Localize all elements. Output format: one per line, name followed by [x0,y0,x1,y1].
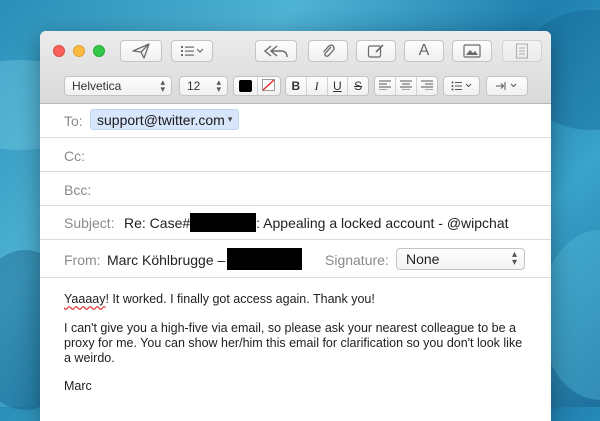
recipient-token[interactable]: support@twitter.com ▾ [90,109,240,130]
template-icon [515,43,529,59]
zoom-window-button[interactable] [93,45,105,57]
subject-prefix: Re: Case# [124,215,191,231]
signoff: Marc [64,379,92,393]
align-right-button[interactable] [417,77,437,95]
reply-all-icon [263,44,289,58]
body-line: I can't give you a high-five via email, … [64,321,516,335]
misspelled-word: Yaaaay [64,292,106,306]
strikethrough-button[interactable]: S [348,77,368,95]
compose-window: A Helvetica ▴ ▾ 12 ▴ ▾ B I U S To: suppo… [40,31,551,421]
photo-browser-button[interactable] [452,40,492,62]
italic-button[interactable]: I [307,77,328,95]
header-fields-button[interactable] [171,40,213,62]
recipient-address: support@twitter.com [97,111,225,128]
list-style-select[interactable] [443,76,480,96]
body-line: proxy for me. You can show her/him this … [64,336,523,350]
subject-row[interactable]: Subject: Re: Case# : Appealing a locked a… [40,206,551,240]
photo-icon [463,44,481,58]
text-style-buttons: B I U S [285,76,369,96]
subject-field[interactable]: Re: Case# : Appealing a locked account - … [124,213,509,233]
font-icon: A [418,42,430,59]
font-size-value: 12 [187,79,201,93]
redacted-case-number [190,213,257,233]
from-label: From: [64,252,101,268]
indent-icon [487,81,527,91]
align-right-icon [421,79,433,93]
to-label: To: [64,113,83,129]
toolbar: A Helvetica ▴ ▾ 12 ▴ ▾ B I U S [40,31,551,104]
chevron-down-icon: ▾ [227,114,233,124]
markup-icon [367,43,385,59]
font-family-select[interactable]: Helvetica ▴ ▾ [64,76,172,96]
align-left-icon [379,79,391,93]
align-center-icon [400,79,412,93]
updown-chevron-icon: ▴ ▾ [511,249,517,268]
text-color-button[interactable] [234,77,258,95]
cc-label: Cc: [64,148,85,164]
body-line: a weirdo. [64,351,115,365]
underline-button[interactable]: U [328,77,349,95]
bcc-label: Bcc: [64,182,92,198]
body-line: Yaaaay! It worked. I finally got access … [64,292,375,307]
updown-chevron-icon: ▴ ▾ [160,77,165,94]
font-family-value: Helvetica [72,79,122,93]
reply-all-button[interactable] [255,40,297,62]
paperclip-icon [321,43,335,59]
color-controls [233,76,281,96]
indent-select[interactable] [486,76,528,96]
attach-button[interactable] [308,40,348,62]
send-button[interactable] [120,40,162,62]
signature-label: Signature: [325,252,389,268]
close-window-button[interactable] [53,45,65,57]
from-select[interactable]: Marc Köhlbrugge – [107,252,225,268]
no-color-swatch-icon [262,78,276,94]
alignment-buttons [374,76,438,96]
from-value: Marc Köhlbrugge – [107,252,226,268]
color-swatch [238,80,252,92]
redacted-email [227,248,302,270]
body-text: ! It worked. I finally got access again.… [105,292,375,306]
bullet-list-icon [444,81,479,91]
cc-row[interactable]: Cc: [40,138,551,172]
align-center-button[interactable] [396,77,417,95]
format-button[interactable]: A [404,40,444,62]
subject-suffix: : Appealing a locked account - @wipchat [256,215,509,231]
template-button[interactable] [502,40,542,62]
bcc-row[interactable]: Bcc: [40,172,551,206]
signature-select[interactable]: None ▴ ▾ [396,248,525,270]
minimize-window-button[interactable] [73,45,85,57]
align-left-button[interactable] [375,77,396,95]
list-icon [180,45,204,57]
markup-button[interactable] [356,40,396,62]
signature-value: None [406,251,440,267]
subject-label: Subject: [64,215,115,231]
bold-button[interactable]: B [286,77,307,95]
updown-chevron-icon: ▴ ▾ [216,77,221,94]
paper-plane-icon [132,43,150,59]
background-color-button[interactable] [258,77,281,95]
font-size-select[interactable]: 12 ▴ ▾ [179,76,228,96]
